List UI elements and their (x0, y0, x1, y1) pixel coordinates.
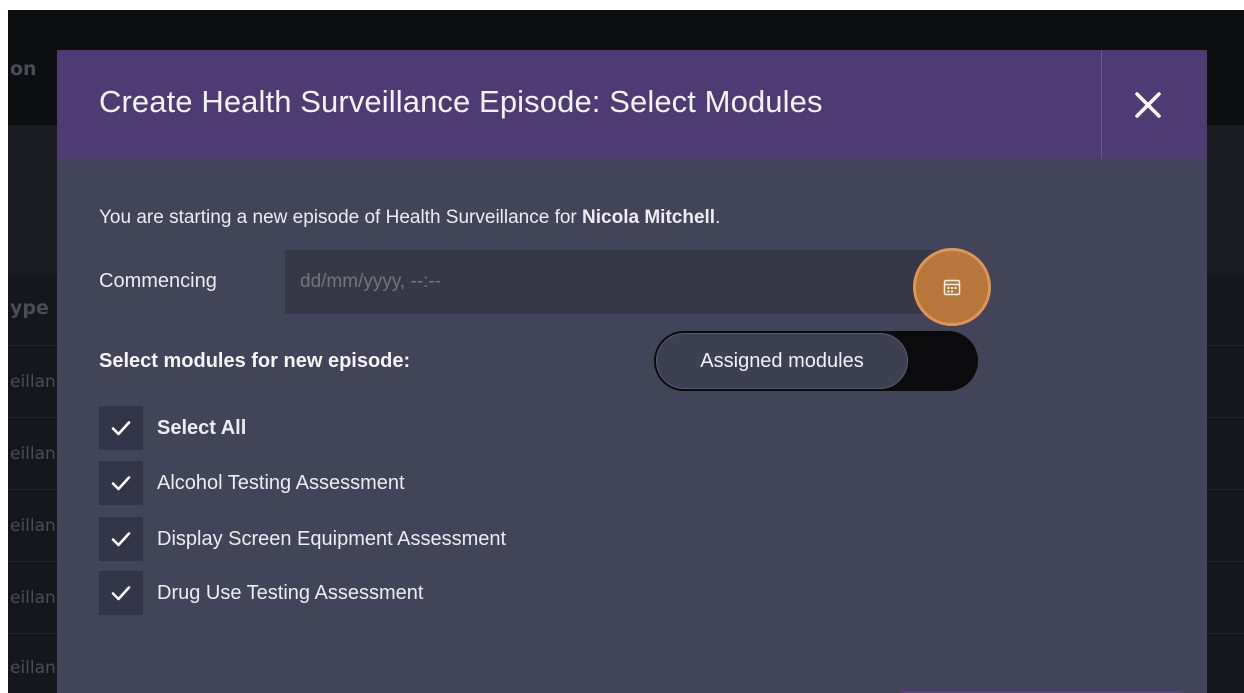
close-icon (1135, 92, 1161, 118)
checkmark-icon (111, 421, 131, 436)
dialog-header: Create Health Surveillance Episode: Sele… (57, 50, 1207, 159)
module-drug-use-testing[interactable]: Drug Use Testing Assessment (99, 570, 423, 616)
toggle-option-assigned[interactable]: Assigned modules (656, 333, 908, 389)
module-checkbox[interactable] (99, 517, 143, 561)
select-modules-label: Select modules for new episode: (99, 350, 411, 372)
module-alcohol-testing[interactable]: Alcohol Testing Assessment (99, 460, 405, 506)
checkmark-icon (111, 532, 131, 547)
module-label: Select All (157, 416, 247, 439)
intro-text: You are starting a new episode of Health… (99, 207, 720, 229)
module-checkbox[interactable] (99, 571, 143, 615)
select-all-checkbox[interactable] (99, 406, 143, 450)
commencing-label: Commencing (99, 270, 217, 292)
background-header-text: on (10, 58, 37, 80)
module-label: Alcohol Testing Assessment (157, 471, 405, 494)
header-divider (1101, 50, 1102, 159)
commencing-datetime-input[interactable] (285, 250, 945, 314)
checkmark-icon (111, 476, 131, 491)
module-select-all[interactable]: Select All (99, 405, 246, 451)
patient-name: Nicola Mitchell (582, 207, 716, 228)
intro-suffix: . (715, 207, 721, 228)
app-window: on ype eillanc eillanc eillanc eillanc e… (8, 10, 1244, 693)
checkmark-icon (111, 586, 131, 601)
background-column-label: ype (10, 297, 49, 319)
assigned-modules-toggle[interactable]: Assigned modules (654, 331, 978, 391)
intro-prefix: You are starting a new episode of Health… (99, 207, 583, 228)
calendar-picker-button[interactable] (913, 248, 991, 326)
module-checkbox[interactable] (99, 461, 143, 505)
dialog-title: Create Health Surveillance Episode: Sele… (99, 84, 823, 119)
module-label: Drug Use Testing Assessment (157, 581, 424, 604)
close-button[interactable] (1129, 86, 1167, 124)
module-label: Display Screen Equipment Assessment (157, 527, 507, 550)
module-display-screen-equipment[interactable]: Display Screen Equipment Assessment (99, 516, 506, 562)
calendar-icon (943, 279, 961, 296)
select-modules-dialog: Create Health Surveillance Episode: Sele… (57, 50, 1207, 693)
